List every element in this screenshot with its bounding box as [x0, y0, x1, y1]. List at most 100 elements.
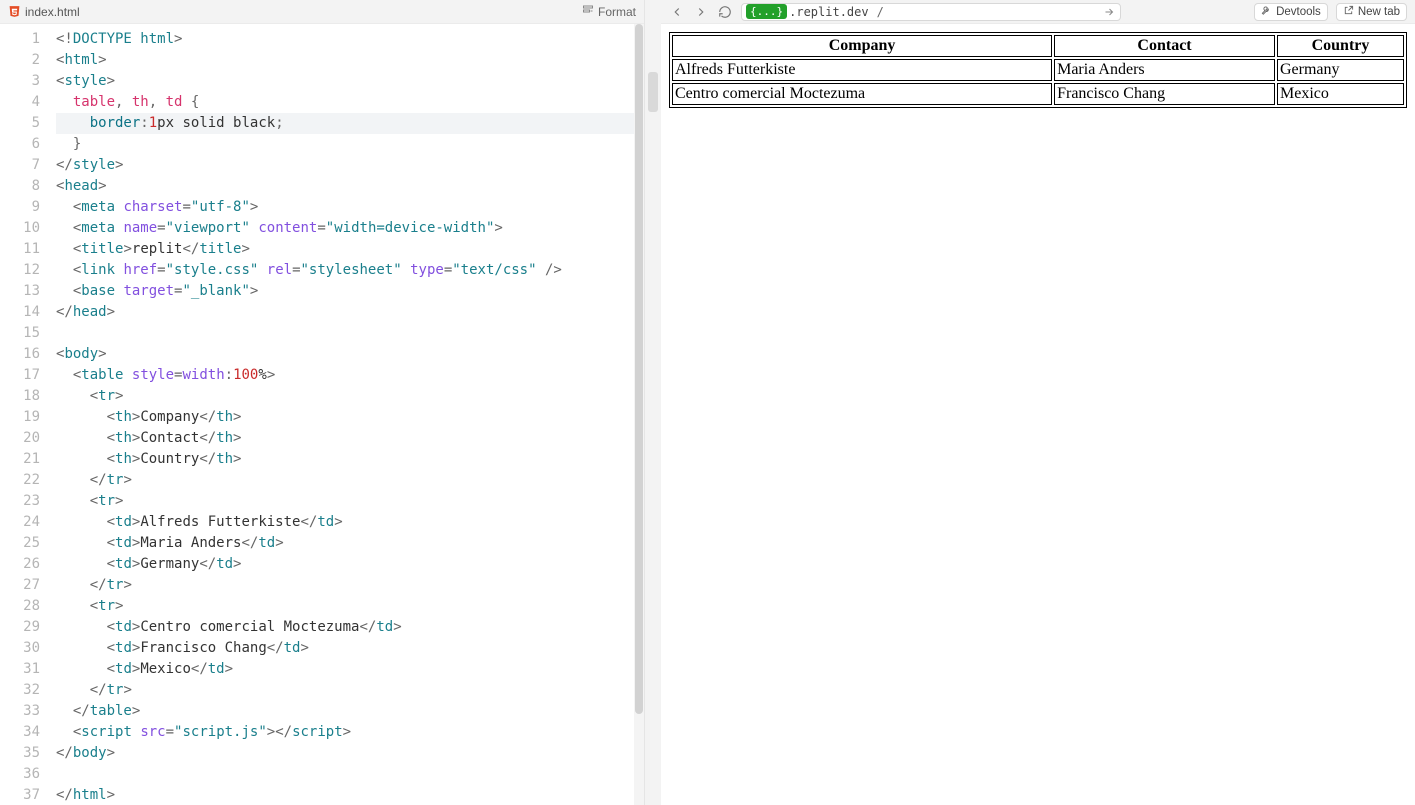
- code-line[interactable]: </html>: [56, 785, 644, 805]
- code-line[interactable]: <style>: [56, 71, 644, 92]
- line-number: 22: [0, 470, 40, 491]
- back-icon[interactable]: [669, 4, 685, 20]
- code-line[interactable]: <td>Mexico</td>: [56, 659, 644, 680]
- url-badge: {...}: [746, 4, 787, 19]
- code-line[interactable]: [56, 323, 644, 344]
- open-external-icon[interactable]: [1102, 5, 1116, 19]
- code-line[interactable]: <title>replit</title>: [56, 239, 644, 260]
- format-button[interactable]: Format: [582, 4, 636, 19]
- code-line[interactable]: <tr>: [56, 596, 644, 617]
- line-number: 18: [0, 386, 40, 407]
- line-gutter: 1234567891011121314151617181920212223242…: [0, 24, 48, 805]
- code-line[interactable]: <body>: [56, 344, 644, 365]
- code-line[interactable]: <head>: [56, 176, 644, 197]
- line-number: 24: [0, 512, 40, 533]
- url-bar[interactable]: {...}.replit.dev /: [741, 3, 1121, 21]
- code-line[interactable]: </tr>: [56, 680, 644, 701]
- html5-icon: [8, 5, 21, 18]
- line-number: 26: [0, 554, 40, 575]
- line-number: 20: [0, 428, 40, 449]
- table-row: Alfreds Futterkiste Maria Anders Germany: [672, 59, 1404, 81]
- preview-pane: {...}.replit.dev / Devtools New tab Comp…: [661, 0, 1415, 805]
- wrench-icon: [1261, 5, 1272, 19]
- line-number: 1: [0, 29, 40, 50]
- code-line[interactable]: <th>Country</th>: [56, 449, 644, 470]
- table-header-row: Company Contact Country: [672, 35, 1404, 57]
- code-line[interactable]: <td>Francisco Chang</td>: [56, 638, 644, 659]
- code-line[interactable]: <base target="_blank">: [56, 281, 644, 302]
- line-number: 3: [0, 71, 40, 92]
- code-line[interactable]: <tr>: [56, 491, 644, 512]
- line-number: 27: [0, 575, 40, 596]
- code-line[interactable]: <th>Company</th>: [56, 407, 644, 428]
- code-line[interactable]: <tr>: [56, 386, 644, 407]
- code-line[interactable]: <th>Contact</th>: [56, 428, 644, 449]
- forward-icon[interactable]: [693, 4, 709, 20]
- code-line[interactable]: <meta charset="utf-8">: [56, 197, 644, 218]
- line-number: 21: [0, 449, 40, 470]
- line-number: 4: [0, 92, 40, 113]
- line-number: 8: [0, 176, 40, 197]
- new-tab-label: New tab: [1358, 6, 1400, 18]
- code-line[interactable]: <td>Germany</td>: [56, 554, 644, 575]
- table-header: Company: [672, 35, 1052, 57]
- code-line[interactable]: </table>: [56, 701, 644, 722]
- code-line[interactable]: <html>: [56, 50, 644, 71]
- code-line[interactable]: table, th, td {: [56, 92, 644, 113]
- line-number: 23: [0, 491, 40, 512]
- code-line[interactable]: <table style=width:100%>: [56, 365, 644, 386]
- editor-body[interactable]: 1234567891011121314151617181920212223242…: [0, 24, 644, 805]
- line-number: 16: [0, 344, 40, 365]
- line-number: 25: [0, 533, 40, 554]
- code-line[interactable]: <td>Alfreds Futterkiste</td>: [56, 512, 644, 533]
- line-number: 30: [0, 638, 40, 659]
- line-number: 19: [0, 407, 40, 428]
- table-cell: Germany: [1277, 59, 1404, 81]
- code-line[interactable]: <!DOCTYPE html>: [56, 29, 644, 50]
- line-number: 6: [0, 134, 40, 155]
- line-number: 17: [0, 365, 40, 386]
- preview-table: Company Contact Country Alfreds Futterki…: [669, 32, 1407, 108]
- scrollbar-thumb[interactable]: [635, 24, 643, 714]
- code-line[interactable]: </head>: [56, 302, 644, 323]
- table-header: Contact: [1054, 35, 1275, 57]
- line-number: 12: [0, 260, 40, 281]
- code-line[interactable]: <meta name="viewport" content="width=dev…: [56, 218, 644, 239]
- table-cell: Francisco Chang: [1054, 83, 1275, 105]
- line-number: 2: [0, 50, 40, 71]
- editor-tab[interactable]: index.html: [8, 5, 80, 19]
- reload-icon[interactable]: [717, 4, 733, 20]
- editor-scrollbar[interactable]: [634, 24, 644, 805]
- line-number: 7: [0, 155, 40, 176]
- code-area[interactable]: <!DOCTYPE html><html><style> table, th, …: [48, 24, 644, 805]
- new-tab-button[interactable]: New tab: [1336, 3, 1407, 21]
- line-number: 33: [0, 701, 40, 722]
- format-icon: [582, 4, 594, 19]
- code-line[interactable]: </style>: [56, 155, 644, 176]
- line-number: 32: [0, 680, 40, 701]
- pane-divider[interactable]: [645, 0, 661, 805]
- table-cell: Centro comercial Moctezuma: [672, 83, 1052, 105]
- code-line[interactable]: [56, 764, 644, 785]
- code-line[interactable]: <link href="style.css" rel="stylesheet" …: [56, 260, 644, 281]
- code-line[interactable]: border:1px solid black;: [56, 113, 644, 134]
- line-number: 14: [0, 302, 40, 323]
- code-line[interactable]: </tr>: [56, 575, 644, 596]
- devtools-label: Devtools: [1276, 6, 1321, 18]
- code-line[interactable]: </body>: [56, 743, 644, 764]
- line-number: 11: [0, 239, 40, 260]
- divider-handle[interactable]: [648, 72, 658, 112]
- external-link-icon: [1343, 5, 1354, 19]
- code-line[interactable]: </tr>: [56, 470, 644, 491]
- line-number: 34: [0, 722, 40, 743]
- line-number: 37: [0, 785, 40, 805]
- code-line[interactable]: <script src="script.js"></script>: [56, 722, 644, 743]
- line-number: 5: [0, 113, 40, 134]
- editor-tab-bar: index.html Format: [0, 0, 644, 24]
- code-line[interactable]: }: [56, 134, 644, 155]
- code-line[interactable]: <td>Centro comercial Moctezuma</td>: [56, 617, 644, 638]
- line-number: 9: [0, 197, 40, 218]
- line-number: 13: [0, 281, 40, 302]
- code-line[interactable]: <td>Maria Anders</td>: [56, 533, 644, 554]
- devtools-button[interactable]: Devtools: [1254, 3, 1328, 21]
